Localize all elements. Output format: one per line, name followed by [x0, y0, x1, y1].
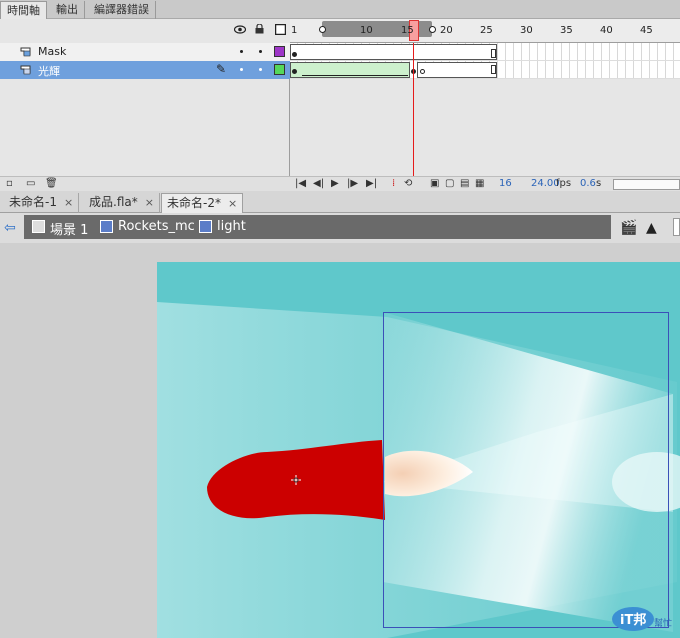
- doc-tab-label: 未命名-2*: [167, 196, 221, 210]
- playhead-line: [413, 43, 414, 176]
- frame-span[interactable]: [417, 62, 497, 78]
- ruler-label: 20: [440, 25, 453, 36]
- edit-scene-icon[interactable]: 🎬: [620, 220, 637, 236]
- first-frame-icon[interactable]: |◀: [295, 178, 306, 189]
- play-icon[interactable]: ▶: [331, 178, 339, 189]
- timeline-panel: 1 10 15 20 25 30 35 40 45 Mask 光輝 ✎ ▫ ▭ …: [0, 19, 680, 191]
- document-tab-bar: 未命名-1 × 成品.fla* × 未命名-2* ×: [0, 191, 680, 213]
- layer-list-empty: [0, 79, 290, 177]
- watermark-sub: 幫忙: [654, 617, 672, 629]
- span-end: [491, 49, 496, 58]
- selection-bounding-box[interactable]: [383, 312, 669, 628]
- close-icon[interactable]: ×: [145, 196, 154, 209]
- doc-tab-label: 成品.fla*: [89, 195, 138, 209]
- lock-dot[interactable]: [259, 68, 262, 71]
- frame-row[interactable]: [290, 43, 680, 61]
- lock-dot[interactable]: [259, 50, 262, 53]
- layer-header[interactable]: 光輝 ✎: [0, 61, 290, 79]
- pasteboard: [0, 243, 680, 638]
- eye-icon[interactable]: [233, 25, 247, 37]
- watermark-text: iT邦: [620, 612, 646, 628]
- tab-output[interactable]: 輸出: [50, 1, 85, 19]
- layer-color-swatch[interactable]: [274, 64, 285, 75]
- edit-multiple-icon[interactable]: ▤: [460, 178, 469, 189]
- movieclip-icon: [100, 220, 113, 233]
- timeline-footer: ▫ ▭ 🗑 |◀ ◀| ▶ |▶ ▶| ⁞ ⟲ ▣ ▢ ▤ ▦ 16 24.00…: [0, 176, 680, 191]
- breadcrumb-light[interactable]: light: [217, 219, 246, 234]
- ruler-label: 15: [401, 25, 414, 36]
- breadcrumb-scene[interactable]: 場景 1: [50, 219, 88, 238]
- movieclip-icon: [199, 220, 212, 233]
- breadcrumb-rockets[interactable]: Rockets_mc: [118, 219, 195, 234]
- frame-area-empty: [290, 79, 680, 177]
- onion-markers-icon[interactable]: ▦: [475, 178, 484, 189]
- close-icon[interactable]: ×: [64, 196, 73, 209]
- delete-layer-icon[interactable]: 🗑: [45, 178, 58, 189]
- keyframe[interactable]: [292, 52, 297, 57]
- blank-keyframe[interactable]: [420, 69, 425, 74]
- time-unit: s: [596, 178, 602, 189]
- doc-tab-label: 未命名-1: [9, 195, 57, 209]
- breadcrumb: 場景 1 Rockets_mc light: [24, 215, 611, 239]
- layer-color-swatch[interactable]: [274, 46, 285, 57]
- onion-outline-icon[interactable]: ▢: [445, 178, 454, 189]
- frame-row[interactable]: [290, 61, 680, 79]
- ruler-label: 10: [360, 25, 373, 36]
- layer-name[interactable]: Mask: [38, 45, 66, 58]
- close-icon[interactable]: ×: [228, 197, 237, 210]
- edit-bar: ⇦ 場景 1 Rockets_mc light 🎬 ▲: [0, 213, 680, 243]
- back-arrow-icon[interactable]: ⇦: [4, 220, 16, 236]
- onion-start-marker[interactable]: [319, 26, 326, 33]
- tab-timeline[interactable]: 時間軸: [0, 1, 47, 20]
- timeline-scrollbar[interactable]: [613, 179, 680, 190]
- tween-arrow: [302, 75, 408, 76]
- outline-icon[interactable]: [274, 23, 287, 38]
- last-frame-icon[interactable]: ▶|: [366, 178, 377, 189]
- ithome-watermark: iT邦 幫忙: [610, 605, 675, 633]
- onion-end-marker[interactable]: [429, 26, 436, 33]
- new-layer-icon[interactable]: ▫: [6, 178, 13, 189]
- visibility-dot[interactable]: [240, 50, 243, 53]
- center-frame-icon[interactable]: ⁞: [392, 178, 395, 189]
- layer-name[interactable]: 光輝: [38, 63, 60, 79]
- ruler-label: 45: [640, 25, 653, 36]
- ruler-label: 35: [560, 25, 573, 36]
- loop-icon[interactable]: ⟲: [404, 178, 412, 189]
- ruler-label: 1: [291, 25, 298, 36]
- step-back-icon[interactable]: ◀|: [313, 178, 324, 189]
- tab-compiler-errors[interactable]: 編譯器錯誤: [88, 1, 156, 19]
- mask-layer-icon: [20, 47, 31, 57]
- masked-layer-icon: [20, 65, 31, 75]
- visibility-dot[interactable]: [240, 68, 243, 71]
- ruler-label: 25: [480, 25, 493, 36]
- new-folder-icon[interactable]: ▭: [26, 178, 35, 189]
- edit-symbols-icon[interactable]: ▲: [646, 220, 657, 236]
- step-forward-icon[interactable]: |▶: [347, 178, 358, 189]
- layer-row-mask[interactable]: Mask: [0, 43, 680, 61]
- elapsed-time: 0.6: [580, 178, 596, 189]
- current-frame[interactable]: 16: [499, 178, 512, 189]
- scene-icon: [32, 220, 45, 233]
- onion-skin-icon[interactable]: ▣: [430, 178, 439, 189]
- doc-tab[interactable]: 未命名-1 ×: [4, 193, 80, 213]
- layer-row-glow[interactable]: 光輝 ✎: [0, 61, 680, 79]
- zoom-field[interactable]: [673, 218, 680, 236]
- stage-canvas[interactable]: [157, 262, 680, 638]
- flash-editor: 時間軸 輸出 編譯器錯誤 1 10 15 20 25 30 35 40 45 M…: [0, 0, 680, 638]
- ruler-label: 30: [520, 25, 533, 36]
- lock-icon[interactable]: [255, 23, 264, 37]
- pencil-icon: ✎: [216, 62, 227, 76]
- frame-ruler[interactable]: 1 10 15 20 25 30 35 40 45: [290, 19, 680, 43]
- layer-header[interactable]: Mask: [0, 43, 290, 61]
- ruler-label: 40: [600, 25, 613, 36]
- span-end: [491, 65, 496, 74]
- doc-tab[interactable]: 成品.fla* ×: [84, 193, 160, 213]
- fps-unit: fps: [556, 178, 572, 189]
- panel-tab-bar: 時間軸 輸出 編譯器錯誤: [0, 0, 680, 20]
- keyframe[interactable]: [292, 69, 297, 74]
- doc-tab-active[interactable]: 未命名-2* ×: [161, 193, 244, 213]
- frame-span[interactable]: [290, 44, 497, 60]
- timeline-header: 1 10 15 20 25 30 35 40 45: [0, 19, 680, 43]
